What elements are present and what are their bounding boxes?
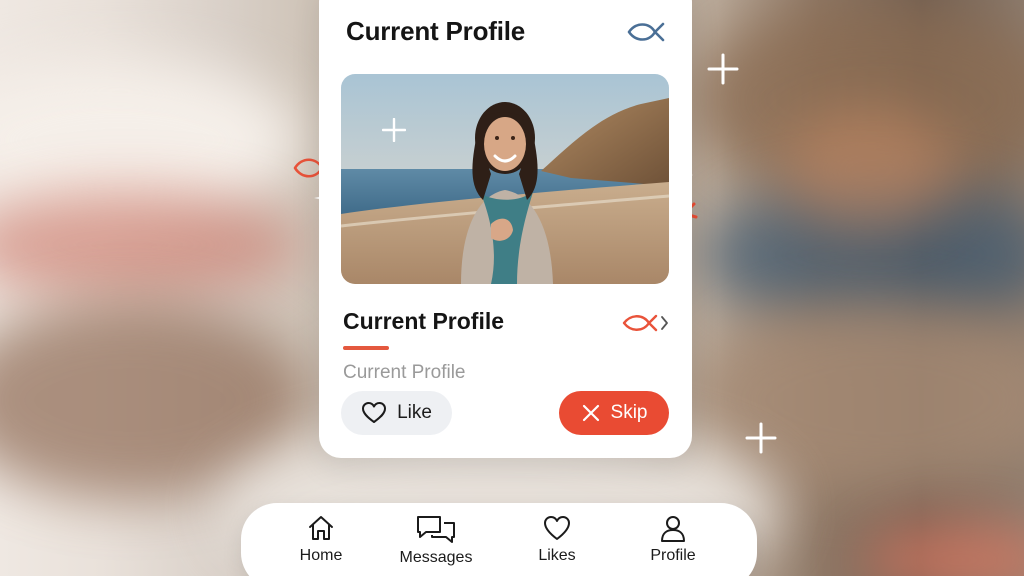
nav-item-home[interactable]: Home	[271, 513, 371, 565]
profile-name: Current Profile	[343, 308, 505, 334]
nav-item-likes[interactable]: Likes	[507, 513, 607, 565]
nav-label-messages: Messages	[399, 549, 473, 566]
sparkle-plus-icon	[707, 53, 739, 85]
accent-divider	[343, 346, 389, 350]
home-icon	[309, 516, 333, 540]
nav-item-profile[interactable]: Profile	[623, 513, 723, 565]
nav-label-home: Home	[299, 547, 343, 564]
heart-icon	[362, 402, 387, 423]
nav-label-likes: Likes	[538, 547, 576, 564]
fish-next-icon[interactable]	[621, 312, 671, 334]
messages-icon	[417, 516, 455, 543]
profile-card: Current Profile Current Profile Current …	[319, 0, 692, 458]
nav-label-profile: Profile	[650, 547, 696, 564]
fish-icon	[627, 22, 665, 42]
card-title: Current Profile	[346, 16, 526, 46]
sparkle-plus-icon	[382, 118, 406, 142]
skip-button[interactable]: Skip	[559, 391, 669, 435]
like-button[interactable]: Like	[341, 391, 452, 435]
user-icon	[661, 516, 685, 542]
bottom-nav: Home Messages Likes Profile	[241, 503, 757, 576]
like-label: Like	[397, 402, 432, 423]
sparkle-plus-icon	[745, 422, 777, 454]
profile-photo[interactable]	[341, 74, 669, 284]
nav-item-messages[interactable]: Messages	[386, 513, 486, 567]
close-icon	[582, 404, 599, 422]
heart-icon	[544, 516, 570, 540]
skip-label: Skip	[610, 402, 648, 423]
profile-subtitle: Current Profile	[343, 362, 466, 383]
